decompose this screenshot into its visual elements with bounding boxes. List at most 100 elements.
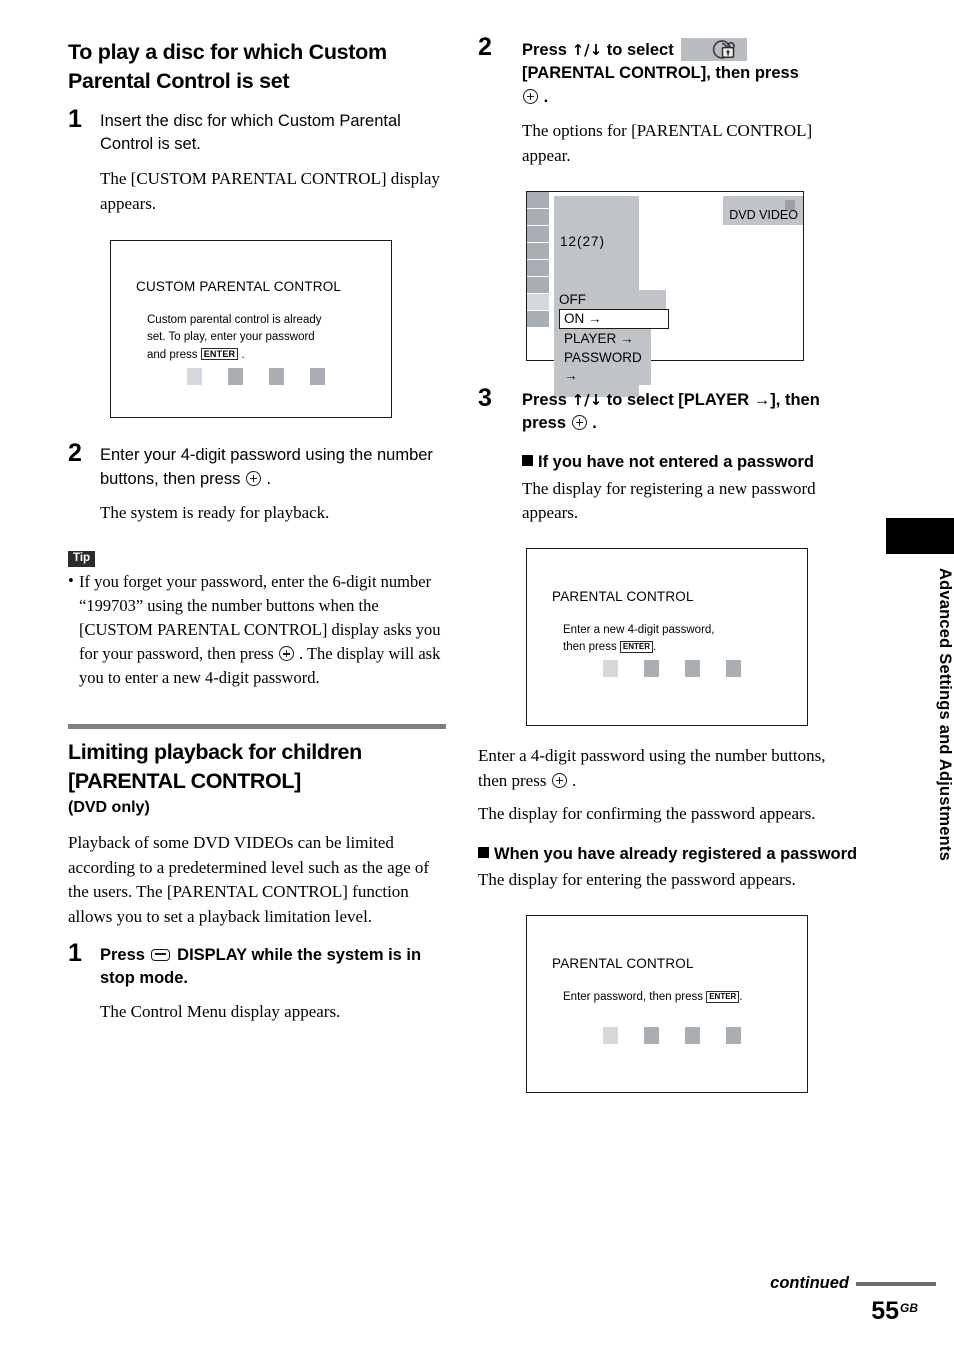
osd-disc-square-icon: [785, 199, 795, 210]
page-title: To play a disc for which Custom Parental…: [68, 40, 387, 94]
right-column: 2 Press ↑/↓ to select [PARENTAL CONTROL]…: [478, 33, 858, 1094]
password-box-1: [603, 660, 618, 678]
page-number: 55GB: [616, 1297, 918, 1326]
enter-center-button-icon: [523, 88, 538, 104]
continued-rule: [856, 1281, 936, 1286]
osd-icon-cell: [527, 310, 549, 328]
page-number-value: 55: [871, 1297, 899, 1325]
manual-page: To play a disc for which Custom Parental…: [0, 0, 954, 1352]
screen-description: Enter a new 4-digit password, then press…: [563, 622, 715, 657]
enter-center-button-icon: [571, 414, 587, 430]
up-down-arrows-icon: ↑/↓: [571, 41, 603, 59]
chapter-side-tab: Advanced Settings and Adjustments: [886, 518, 954, 930]
left-column: To play a disc for which Custom Parental…: [68, 38, 446, 1035]
step-3-select-player: 3 Press ↑/↓ to select [PLAYER →], then p…: [478, 384, 858, 527]
enter-key-icon: ENTER: [200, 347, 239, 361]
step-body: The options for [PARENTAL CONTROL] appea…: [522, 121, 813, 165]
password-box-3: [685, 660, 700, 678]
continued-row: continued: [616, 1274, 936, 1293]
screen-enter-password: PARENTAL CONTROL Enter password, then pr…: [526, 915, 808, 1094]
screen-desc-line-2-post: .: [653, 641, 657, 654]
password-box-3: [269, 368, 284, 386]
screen-desc-line-3-pre: and press: [147, 348, 198, 361]
list-item: If you forget your password, enter the 6…: [68, 569, 446, 690]
screen-desc-line-2: then press ENTER.: [563, 639, 715, 656]
step-title-suffix: .: [266, 469, 272, 488]
password-box-4: [310, 368, 325, 386]
screen-desc-line-3: and press ENTER .: [147, 347, 322, 364]
step-body: The Control Menu display appears.: [100, 1002, 341, 1022]
password-boxes: [603, 660, 741, 678]
step-number: 1: [68, 938, 82, 967]
osd-icon-cell: [527, 242, 549, 260]
password-boxes: [603, 1027, 741, 1045]
password-box-2: [228, 368, 243, 386]
step-title: Enter your 4-digit password using the nu…: [100, 444, 446, 491]
screen-desc-line-1: Enter a new 4-digit password,: [563, 624, 715, 637]
enter-center-button-icon: [245, 470, 261, 486]
side-tab-label: Advanced Settings and Adjustments: [936, 568, 954, 861]
osd-icon-column: [527, 191, 549, 328]
step-title: Press ↑/↓ to select [PARENTAL CONTROL], …: [522, 38, 858, 109]
osd-chapter-line: 12(27): [560, 234, 606, 250]
side-tab-marker: [886, 518, 954, 554]
step-title: Press DISPLAY while the system is in sto…: [100, 944, 446, 991]
case-a-heading: If you have not entered a password: [522, 451, 858, 474]
step-title-post: [PARENTAL CONTROL], then press: [522, 64, 799, 83]
step-number: 3: [478, 383, 492, 412]
osd-option-on[interactable]: ON →: [559, 309, 669, 329]
screen-new-password: PARENTAL CONTROL Enter a new 4-digit pas…: [526, 548, 808, 727]
screen-title: PARENTAL CONTROL: [552, 956, 694, 972]
step-number: 1: [68, 105, 82, 134]
display-button-icon: [150, 948, 170, 961]
password-box-2: [644, 660, 659, 678]
step-1-insert-disc: 1 Insert the disc for which Custom Paren…: [68, 105, 446, 216]
section-subheading: (DVD only): [68, 799, 150, 816]
step-2-enter-password: 2 Enter your 4-digit password using the …: [68, 439, 446, 525]
step-title-pre: Press: [522, 390, 567, 409]
case-b-heading-text: When you have already registered a passw…: [494, 845, 858, 864]
osd-disc-type-label: DVD VIDEO: [729, 207, 798, 222]
step-title-mid: to select: [606, 41, 674, 59]
osd-option-player[interactable]: PLAYER →: [559, 328, 651, 349]
osd-disc-type-badge: DVD VIDEO: [723, 195, 803, 225]
step-title-post: DISPLAY while the system is in stop mode…: [100, 945, 422, 987]
password-box-2: [644, 1027, 659, 1045]
case-a-body: The display for registering a new passwo…: [522, 478, 816, 523]
step-number: 2: [478, 33, 492, 61]
screen-description: Enter password, then press ENTER.: [563, 989, 743, 1006]
step-number: 2: [68, 439, 82, 468]
section-paragraph: Playback of some DVD VIDEOs can be limit…: [68, 833, 430, 926]
step-2-select-parental-control: 2 Press ↑/↓ to select [PARENTAL CONTROL]…: [478, 33, 858, 169]
password-box-4: [726, 660, 741, 678]
case-b-body: The display for entering the password ap…: [478, 870, 796, 890]
password-box-3: [685, 1027, 700, 1045]
tip-badge: Tip: [68, 550, 96, 567]
section-heading: Limiting playback for children [PARENTAL…: [68, 740, 362, 793]
screen-desc-pre: Enter password, then press: [563, 991, 703, 1004]
osd-options-list: OFF ON → PLAYER → PASSWORD →: [554, 289, 669, 386]
osd-icon-cell: [527, 191, 549, 209]
osd-option-off[interactable]: OFF: [554, 289, 666, 310]
osd-option-password[interactable]: PASSWORD →: [559, 348, 651, 386]
page-number-suffix: GB: [900, 1301, 918, 1315]
up-down-arrows-icon: ↑/↓: [571, 390, 603, 409]
padlock-glyph: [709, 39, 741, 60]
black-square-bullet-icon: [522, 455, 533, 467]
password-box-1: [603, 1027, 618, 1045]
screen-description: Custom parental control is already set. …: [147, 312, 322, 364]
case-b-heading: When you have already registered a passw…: [478, 843, 858, 866]
step-title-end: .: [543, 87, 549, 106]
screen-custom-parental-control: CUSTOM PARENTAL CONTROL Custom parental …: [110, 240, 392, 419]
password-box-1: [187, 368, 202, 386]
enter-center-button-icon: [278, 646, 294, 662]
osd-icon-cell: [527, 225, 549, 243]
screen-title: PARENTAL CONTROL: [552, 589, 694, 605]
case-a-heading-text: If you have not entered a password: [538, 453, 814, 472]
step-title-pre: Press: [100, 945, 145, 964]
screen-desc-line-3-post: .: [241, 348, 245, 361]
enter-password-instruction: Enter a 4-digit password using the numbe…: [478, 744, 858, 793]
step-title-post: to select [PLAYER →], then press: [522, 390, 820, 432]
tip-block: Tip If you forget your password, enter t…: [68, 548, 446, 691]
page-footer: continued 55GB: [616, 1274, 936, 1326]
